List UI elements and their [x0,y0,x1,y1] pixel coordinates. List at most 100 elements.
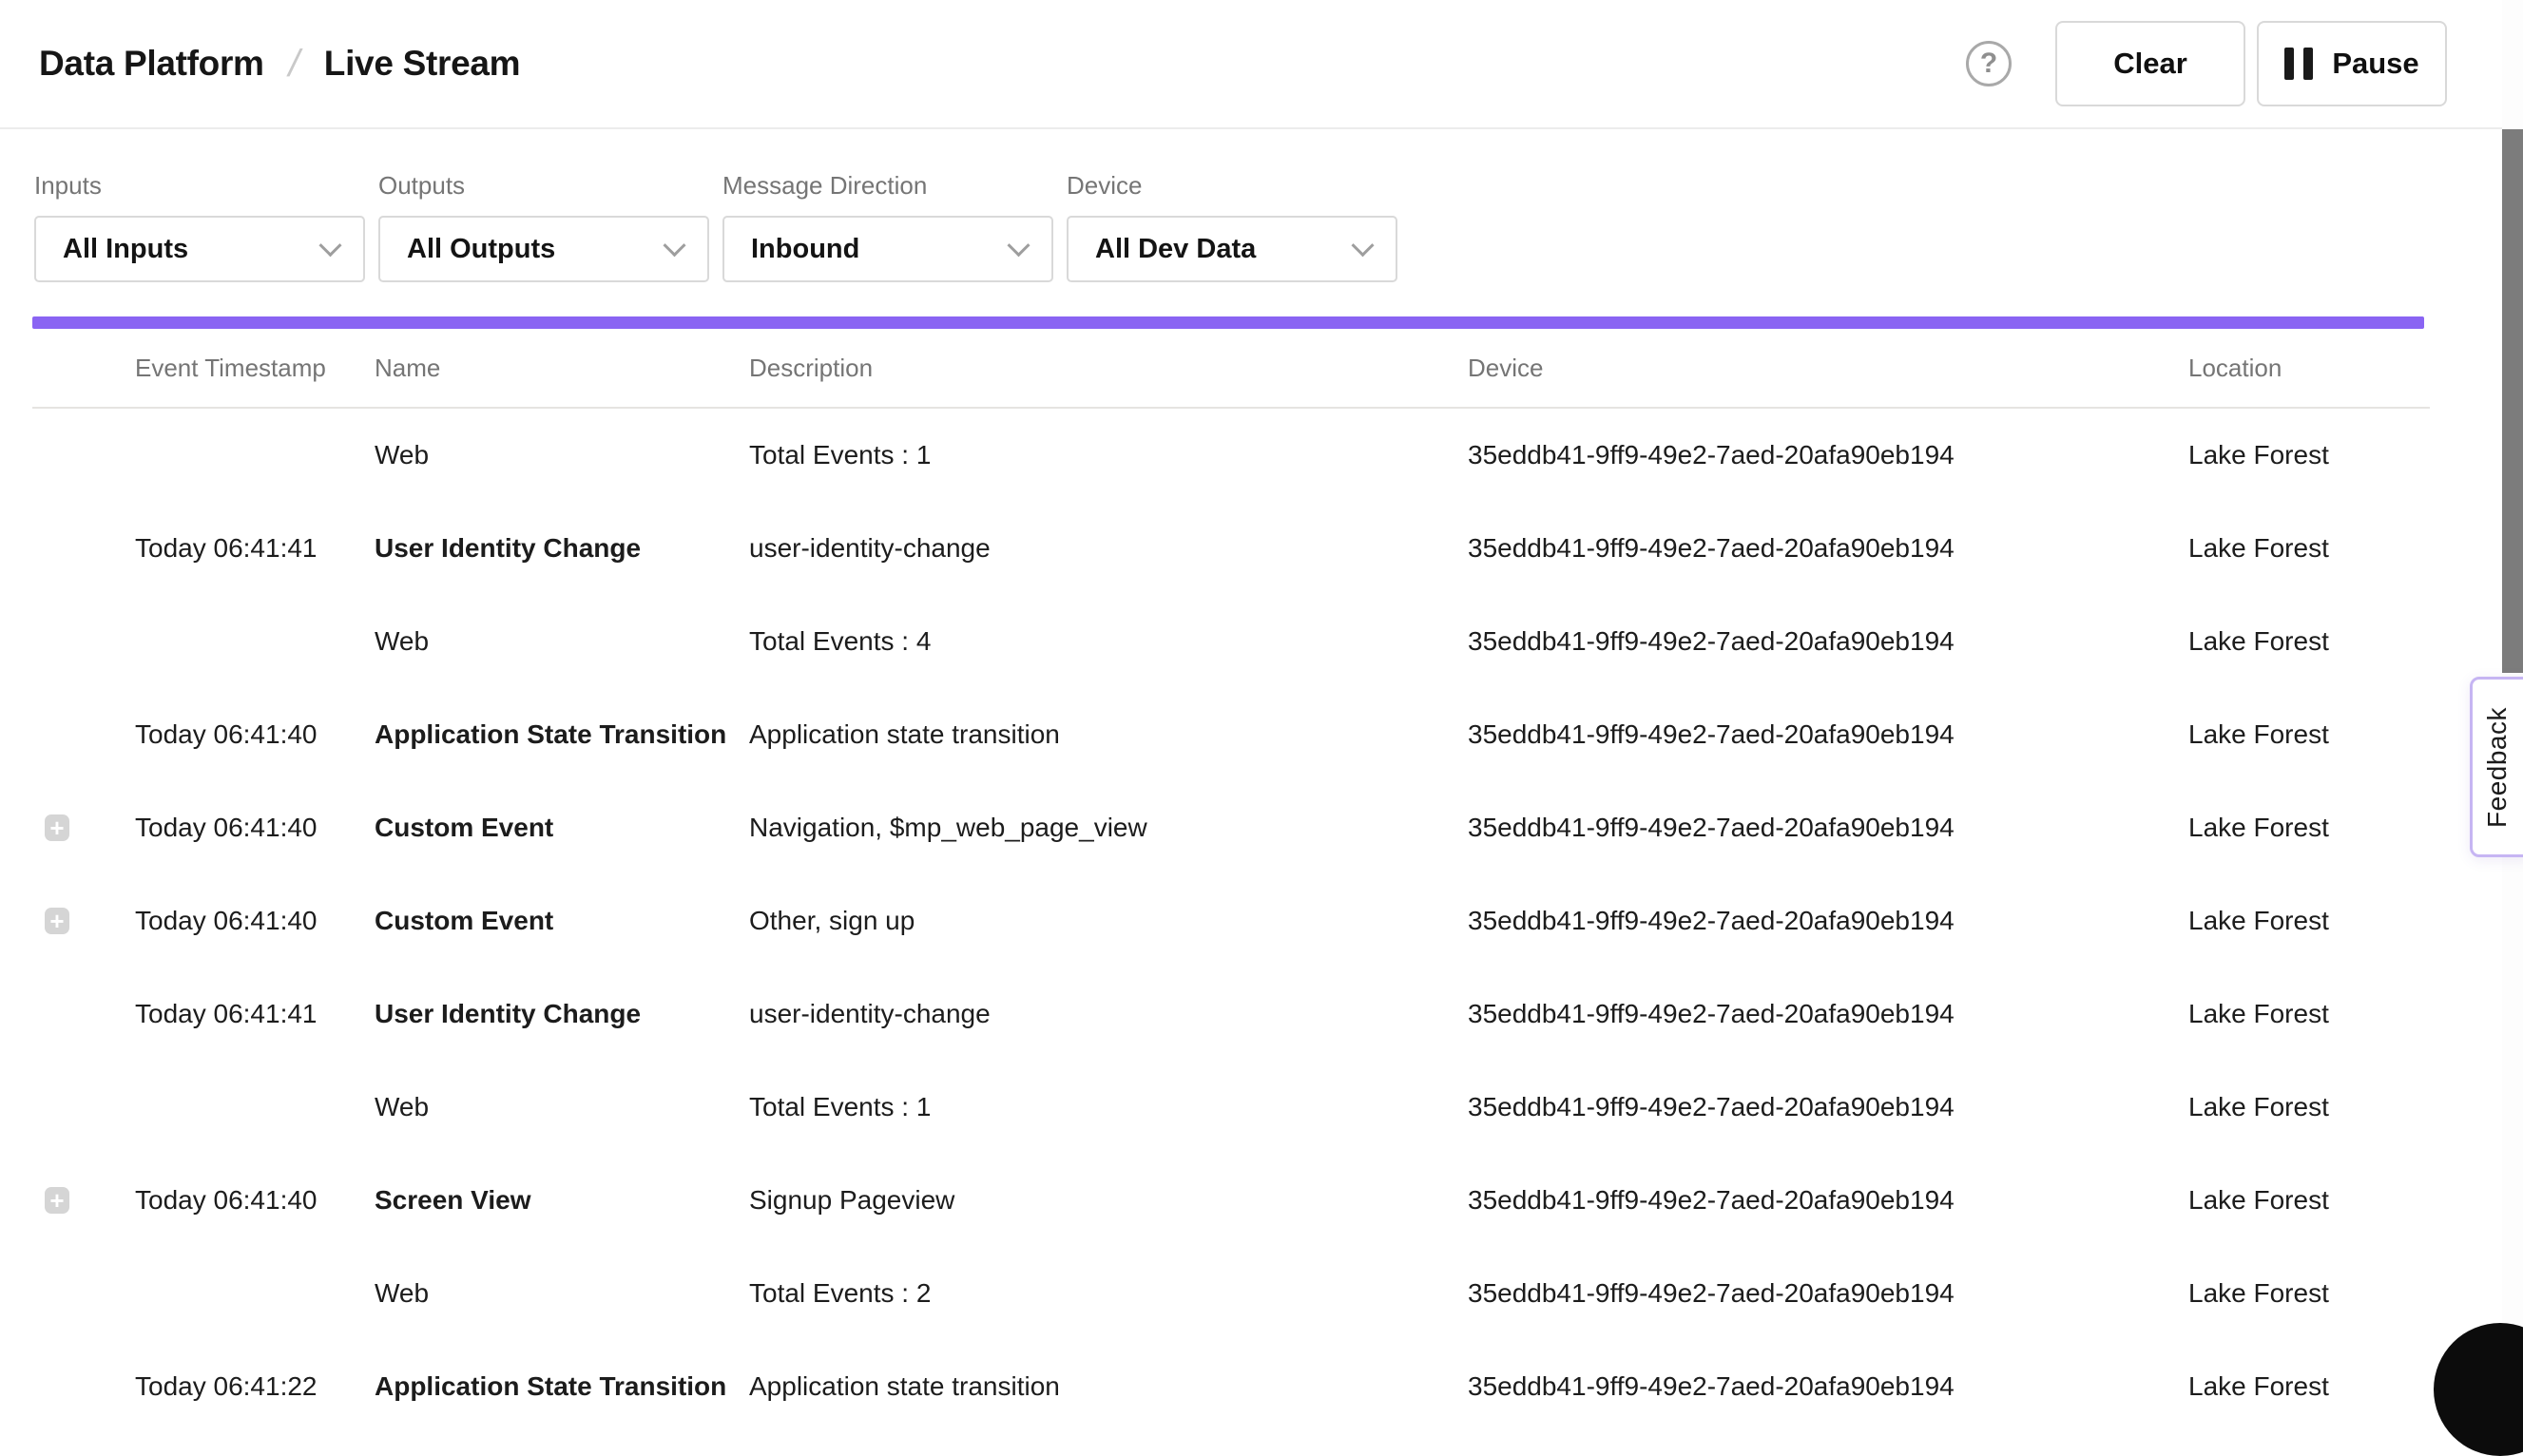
chevron-down-icon [1007,234,1030,257]
chevron-down-icon [1351,234,1374,257]
event-name-cell: User Identity Change [375,533,749,564]
message-direction-dropdown-value: Inbound [751,234,859,265]
filter-outputs-label: Outputs [378,171,709,201]
table-row[interactable]: + Today 06:41:40 Custom Event Navigation… [32,781,2430,874]
location-cell: Lake Forest [2188,1278,2430,1309]
event-timestamp-cell: Today 06:41:41 [135,999,375,1029]
location-cell: Lake Forest [2188,1371,2430,1402]
table-row[interactable]: + Today 06:41:40 Custom Event Other, sig… [32,874,2430,967]
filter-message-direction-label: Message Direction [722,171,1053,201]
event-description-cell: user-identity-change [749,999,1468,1029]
event-timestamp-cell: Today 06:41:22 [135,1371,375,1402]
event-name-cell: Web [375,626,749,657]
expand-row-icon[interactable]: + [45,1187,69,1214]
page-header: Data Platform / Live Stream ? Clear Paus… [0,0,2523,129]
device-id-cell: 35eddb41-9ff9-49e2-7aed-20afa90eb194 [1468,1092,2188,1122]
table-row[interactable]: + Today 06:41:40 Screen View Signup Page… [32,1154,2430,1247]
column-header-location: Location [2188,354,2430,383]
pause-icon [2284,48,2313,80]
expand-row-icon[interactable]: + [45,814,69,841]
event-timestamp-cell: Today 06:41:40 [135,813,375,843]
device-id-cell: 35eddb41-9ff9-49e2-7aed-20afa90eb194 [1468,440,2188,470]
event-name-cell: Application State Transition [375,1371,749,1402]
event-name-cell: User Identity Change [375,999,749,1029]
breadcrumb-separator: / [284,43,304,86]
event-description-cell: Navigation, $mp_web_page_view [749,813,1468,843]
event-name-cell: Web [375,1092,749,1122]
event-description-cell: Total Events : 4 [749,626,1468,657]
column-header-device: Device [1468,354,2188,383]
table-row[interactable]: + Web Total Events : 1 35eddb41-9ff9-49e… [32,1061,2430,1154]
outputs-dropdown-value: All Outputs [407,234,555,265]
location-cell: Lake Forest [2188,813,2430,843]
location-cell: Lake Forest [2188,719,2430,750]
event-name-cell: Application State Transition [375,719,749,750]
device-id-cell: 35eddb41-9ff9-49e2-7aed-20afa90eb194 [1468,1185,2188,1216]
event-timestamp-cell: Today 06:41:40 [135,719,375,750]
event-description-cell: user-identity-change [749,533,1468,564]
clear-button[interactable]: Clear [2055,21,2245,106]
event-description-cell: Total Events : 2 [749,1278,1468,1309]
live-stream-activity-bar [32,316,2424,329]
event-table: Event Timestamp Name Description Device … [32,329,2430,1433]
column-header-description: Description [749,354,1468,383]
location-cell: Lake Forest [2188,999,2430,1029]
chat-bubble-icon[interactable] [2434,1323,2523,1456]
location-cell: Lake Forest [2188,906,2430,936]
expand-row-icon[interactable]: + [45,908,69,934]
filter-device: Device All Dev Data [1067,171,1397,282]
inputs-dropdown[interactable]: All Inputs [34,216,365,282]
location-cell: Lake Forest [2188,626,2430,657]
location-cell: Lake Forest [2188,533,2430,564]
filter-message-direction: Message Direction Inbound [722,171,1053,282]
event-description-cell: Application state transition [749,719,1468,750]
device-id-cell: 35eddb41-9ff9-49e2-7aed-20afa90eb194 [1468,999,2188,1029]
device-id-cell: 35eddb41-9ff9-49e2-7aed-20afa90eb194 [1468,1371,2188,1402]
event-description-cell: Total Events : 1 [749,1092,1468,1122]
breadcrumb-data-platform[interactable]: Data Platform [39,44,264,84]
breadcrumb: Data Platform / Live Stream [39,43,520,86]
filter-device-label: Device [1067,171,1397,201]
inputs-dropdown-value: All Inputs [63,234,188,265]
table-body: + Web Total Events : 1 35eddb41-9ff9-49e… [32,409,2430,1433]
chevron-down-icon [663,234,685,257]
event-name-cell: Custom Event [375,813,749,843]
event-timestamp-cell: Today 06:41:40 [135,906,375,936]
table-row[interactable]: + Web Total Events : 4 35eddb41-9ff9-49e… [32,595,2430,688]
event-description-cell: Application state transition [749,1371,1468,1402]
breadcrumb-live-stream[interactable]: Live Stream [324,44,520,84]
chevron-down-icon [318,234,341,257]
filter-inputs: Inputs All Inputs [34,171,365,282]
device-dropdown[interactable]: All Dev Data [1067,216,1397,282]
table-row[interactable]: + Today 06:41:40 Application State Trans… [32,688,2430,781]
scrollbar-thumb[interactable] [2502,129,2523,673]
table-row[interactable]: + Today 06:41:22 Application State Trans… [32,1340,2430,1433]
device-id-cell: 35eddb41-9ff9-49e2-7aed-20afa90eb194 [1468,719,2188,750]
header-actions: ? Clear Pause [1966,21,2447,106]
pause-button-label: Pause [2332,47,2418,81]
event-name-cell: Custom Event [375,906,749,936]
pause-button[interactable]: Pause [2257,21,2447,106]
table-row[interactable]: + Web Total Events : 2 35eddb41-9ff9-49e… [32,1247,2430,1340]
location-cell: Lake Forest [2188,440,2430,470]
location-cell: Lake Forest [2188,1185,2430,1216]
device-dropdown-value: All Dev Data [1095,234,1256,265]
location-cell: Lake Forest [2188,1092,2430,1122]
table-header-row: Event Timestamp Name Description Device … [32,329,2430,409]
table-row[interactable]: + Today 06:41:41 User Identity Change us… [32,967,2430,1061]
device-id-cell: 35eddb41-9ff9-49e2-7aed-20afa90eb194 [1468,1278,2188,1309]
message-direction-dropdown[interactable]: Inbound [722,216,1053,282]
table-row[interactable]: + Web Total Events : 1 35eddb41-9ff9-49e… [32,409,2430,502]
table-row[interactable]: + Today 06:41:41 User Identity Change us… [32,502,2430,595]
feedback-tab-label: Feedback [2482,707,2513,828]
device-id-cell: 35eddb41-9ff9-49e2-7aed-20afa90eb194 [1468,906,2188,936]
feedback-tab[interactable]: Feedback [2470,677,2523,857]
filter-outputs: Outputs All Outputs [378,171,709,282]
column-header-name: Name [375,354,749,383]
filter-bar: Inputs All Inputs Outputs All Outputs Me… [0,129,2523,282]
help-icon[interactable]: ? [1966,41,2012,86]
outputs-dropdown[interactable]: All Outputs [378,216,709,282]
event-description-cell: Signup Pageview [749,1185,1468,1216]
device-id-cell: 35eddb41-9ff9-49e2-7aed-20afa90eb194 [1468,626,2188,657]
event-name-cell: Screen View [375,1185,749,1216]
